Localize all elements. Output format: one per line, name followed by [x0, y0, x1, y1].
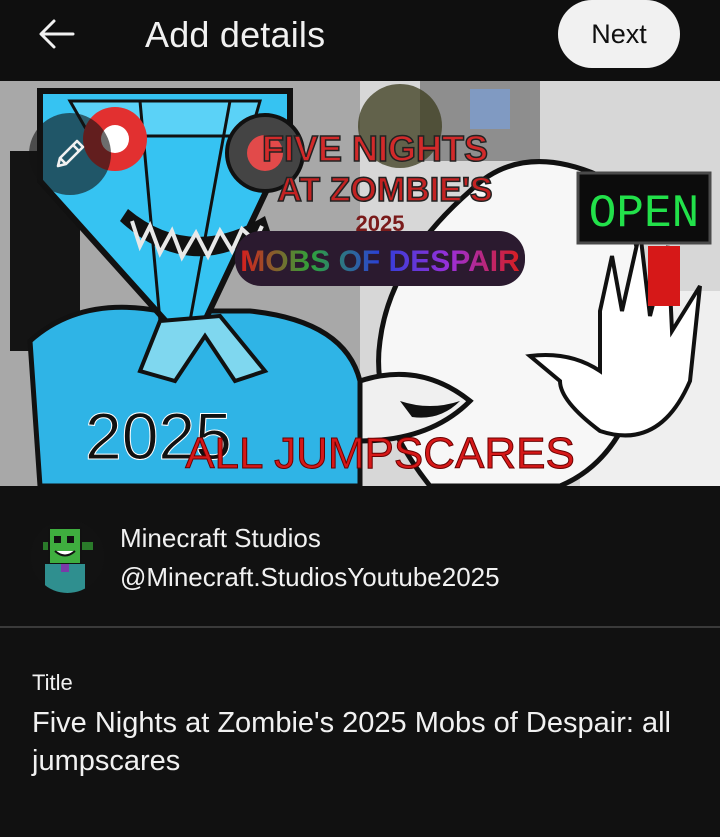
- logo-line2: AT ZOMBIE'S: [277, 171, 492, 209]
- avatar-image: [31, 520, 104, 593]
- next-button[interactable]: Next: [558, 0, 680, 68]
- logo-line1: FIVE NIGHTS: [262, 128, 488, 169]
- arrow-left-icon: [39, 19, 75, 49]
- channel-name: Minecraft Studios: [120, 523, 321, 553]
- banner-text: ALL JUMPSCARES: [185, 429, 575, 478]
- top-app-bar: Add details Next: [0, 0, 720, 81]
- back-button[interactable]: [28, 10, 86, 58]
- pencil-icon: [56, 139, 85, 168]
- avatar: [31, 520, 104, 593]
- channel-info: Minecraft Studios @Minecraft.StudiosYout…: [0, 486, 720, 626]
- page-title: Add details: [145, 14, 326, 55]
- title-label: Title: [32, 670, 73, 695]
- edit-thumbnail-button[interactable]: [29, 113, 111, 195]
- title-field[interactable]: Title Five Nights at Zombie's 2025 Mobs …: [0, 628, 720, 837]
- channel-handle: @Minecraft.StudiosYoutube2025: [120, 562, 500, 592]
- logo-subtitle: MOBS OF DESPAIR: [240, 245, 520, 278]
- open-sign-text: OPEN: [589, 188, 699, 240]
- title-value[interactable]: Five Nights at Zombie's 2025 Mobs of Des…: [32, 704, 672, 780]
- video-thumbnail: 2025 OPEN FIVE NIGHTS AT ZOMBIE'S 2025 M…: [0, 81, 720, 486]
